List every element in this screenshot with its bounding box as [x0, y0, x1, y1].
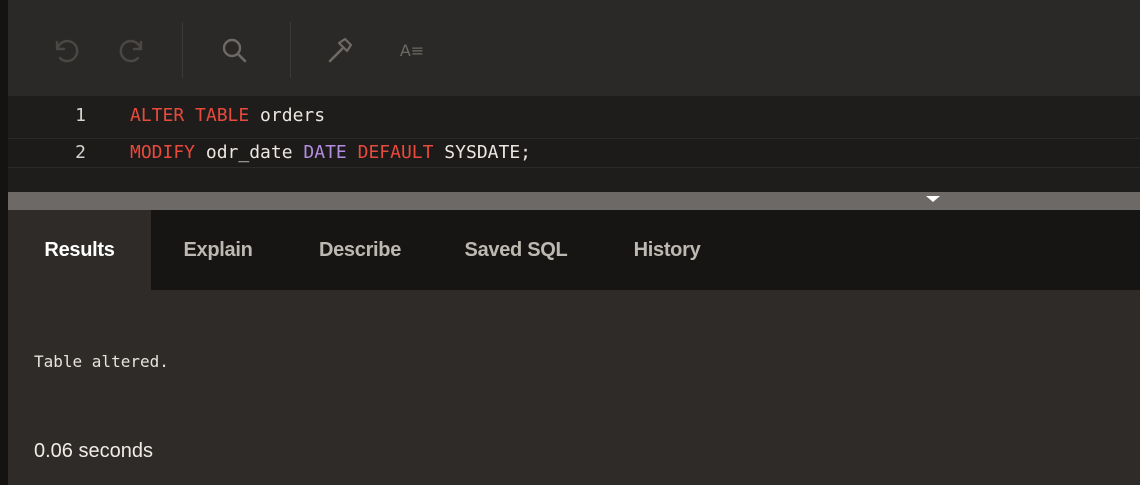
sort-az-icon: A≡	[399, 40, 425, 60]
left-rail	[0, 0, 8, 485]
sql-editor[interactable]: 1 ALTER TABLE orders 2 MODIFY odr_date D…	[8, 96, 1140, 192]
sort-button[interactable]: A≡	[392, 30, 432, 70]
collapse-arrow-icon[interactable]	[926, 196, 940, 202]
redo-button[interactable]	[114, 30, 154, 70]
code-text: ALTER TABLE orders	[130, 102, 325, 130]
sql-workshop: A≡ 1 ALTER TABLE orders 2 MODIFY odr_dat…	[8, 0, 1140, 485]
code-line: 1 ALTER TABLE orders	[8, 102, 1140, 130]
undo-button[interactable]	[44, 30, 84, 70]
elapsed-time: 0.06 seconds	[34, 440, 153, 462]
tab-saved-sql[interactable]: Saved SQL	[448, 210, 584, 290]
code-text: MODIFY odr_date DATE DEFAULT SYSDATE;	[130, 139, 531, 167]
hammer-icon	[324, 34, 356, 66]
tab-history[interactable]: History	[612, 210, 722, 290]
tab-explain[interactable]: Explain	[163, 210, 273, 290]
keyword-token: DEFAULT	[357, 142, 434, 163]
search-icon	[218, 34, 250, 66]
keyword-token: TABLE	[195, 105, 250, 126]
identifier-token: orders	[249, 105, 326, 126]
results-tabs: Results Explain Describe Saved SQL Histo…	[8, 210, 1140, 290]
identifier-token: SYSDATE;	[433, 142, 532, 163]
toolbar-separator	[182, 22, 183, 78]
format-button[interactable]	[320, 30, 360, 70]
redo-icon	[118, 34, 150, 66]
undo-icon	[48, 34, 80, 66]
pane-splitter[interactable]	[8, 192, 1140, 210]
type-token: DATE	[303, 142, 347, 163]
line-number: 2	[75, 142, 86, 163]
tab-describe[interactable]: Describe	[300, 210, 420, 290]
find-button[interactable]	[214, 30, 254, 70]
keyword-token: ALTER	[130, 105, 185, 126]
editor-toolbar: A≡	[8, 0, 1140, 96]
keyword-token: MODIFY	[130, 142, 196, 163]
results-pane: Table altered. 0.06 seconds	[8, 290, 1140, 485]
identifier-token: odr_date	[195, 142, 304, 163]
result-message: Table altered.	[34, 352, 169, 371]
code-line-current: 2 MODIFY odr_date DATE DEFAULT SYSDATE;	[8, 138, 1140, 168]
tab-results[interactable]: Results	[8, 210, 151, 290]
line-number: 1	[75, 105, 86, 126]
toolbar-separator	[290, 22, 291, 78]
